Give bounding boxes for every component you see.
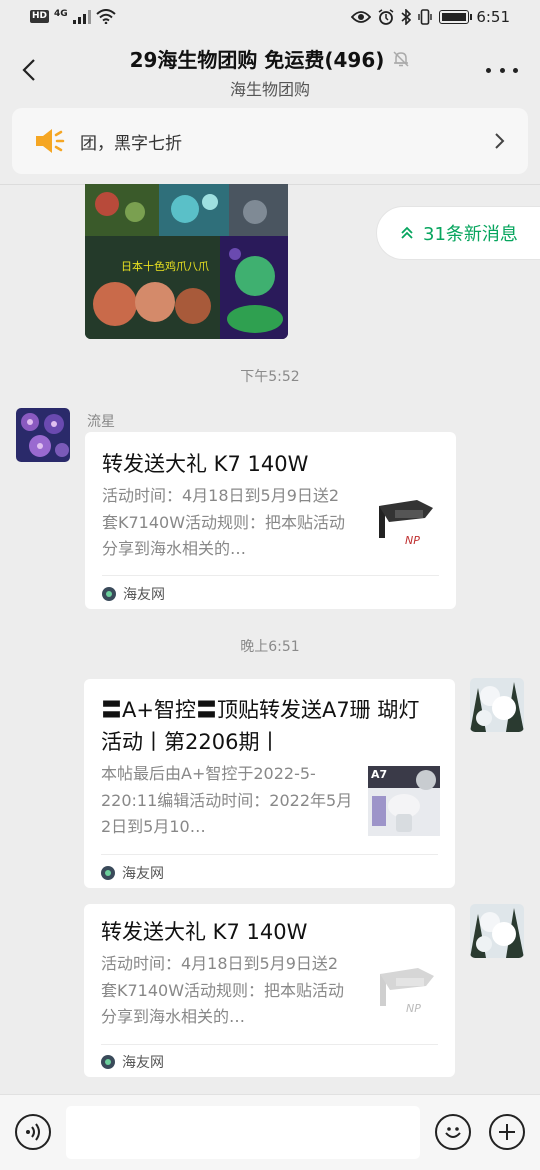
network-label: 4G — [54, 8, 68, 19]
plus-button[interactable] — [489, 1114, 525, 1150]
battery-icon — [439, 10, 473, 24]
message-input[interactable] — [66, 1106, 420, 1159]
svg-text:NP: NP — [406, 1002, 421, 1015]
timestamp: 下午5:52 — [240, 369, 300, 385]
eye-icon — [351, 11, 372, 23]
link-card[interactable]: 转发送大礼 K7 140W 活动时间：4月18日到5月9日送2套K7140W活动… — [85, 432, 456, 609]
source-logo-icon — [101, 1055, 115, 1069]
speaker-icon — [36, 129, 65, 153]
back-icon — [22, 59, 35, 81]
chat-title-row: 29海生物团购 免运费(496) — [130, 44, 411, 73]
link-card[interactable]: 转发送大礼 K7 140W 活动时间：4月18日到5月9日送2套K7140W活动… — [84, 904, 455, 1077]
voice-icon — [26, 1123, 40, 1141]
card-source-name: 海友网 — [122, 866, 164, 882]
chevron-right-icon — [495, 133, 505, 149]
new-messages-button[interactable]: 31条新消息 — [376, 206, 540, 260]
avatar[interactable] — [470, 678, 524, 732]
card-description: 本帖最后由A+智控于2022-5-220:11编辑活动时间：2022年5月2日到… — [101, 764, 353, 836]
coral-photo: 日本十色鸡爪八爪 — [85, 184, 288, 339]
timestamp: 晚上6:51 — [240, 639, 300, 655]
avatar[interactable] — [16, 408, 70, 462]
source-logo-icon — [101, 866, 115, 880]
card-separator — [101, 854, 438, 855]
chat-title: 29海生物团购 免运费(496) — [129, 48, 385, 72]
card-source: 海友网 — [101, 863, 164, 883]
double-chevron-up-icon — [401, 226, 413, 239]
card-thumbnail: NP — [367, 492, 441, 564]
chat-header: 29海生物团购 免运费(496) 海生物团购 — [0, 38, 540, 102]
card-separator — [101, 1044, 438, 1045]
notice-text: 团，黑字七折 — [80, 133, 182, 154]
card-thumbnail: NP — [368, 960, 442, 1032]
card-thumbnail: A7 — [368, 766, 440, 836]
voice-button[interactable] — [15, 1114, 51, 1150]
header-title-area: 29海生物团购 免运费(496) 海生物团购 — [70, 44, 470, 100]
card-title: 转发送大礼 K7 140W — [102, 452, 309, 476]
svg-text:NP: NP — [405, 534, 420, 547]
card-separator — [102, 575, 439, 576]
emoji-icon — [445, 1127, 461, 1138]
alarm-icon — [378, 9, 394, 25]
coral-caption: 日本十色鸡爪八爪 — [121, 259, 209, 273]
card-source: 海友网 — [102, 584, 165, 604]
coral-image-message[interactable]: 日本十色鸡爪八爪 — [85, 184, 288, 339]
vibrate-icon — [418, 9, 433, 25]
input-bar — [0, 1094, 540, 1170]
card-title: 〓A+智控〓顶贴转发送A7珊 瑚灯活动丨第2206期丨 — [101, 698, 420, 754]
card-description: 活动时间：4月18日到5月9日送2套K7140W活动规则：把本贴活动分享到海水相… — [101, 954, 345, 1026]
bluetooth-icon — [401, 9, 412, 25]
signal-icon — [72, 9, 91, 24]
status-right: 6:51 — [351, 8, 510, 26]
new-messages-label: 31条新消息 — [423, 224, 518, 245]
card-source-name: 海友网 — [122, 1055, 164, 1071]
avatar[interactable] — [470, 904, 524, 958]
emoji-button[interactable] — [435, 1114, 471, 1150]
card-source: 海友网 — [101, 1052, 164, 1072]
wifi-icon — [96, 9, 116, 24]
plus-icon — [499, 1124, 515, 1140]
group-notice[interactable]: 团，黑字七折 — [12, 108, 528, 174]
card-source-name: 海友网 — [123, 587, 165, 603]
chat-subtitle: 海生物团购 — [229, 80, 310, 99]
status-left: HD 4G — [30, 9, 116, 24]
sender-name: 流星 — [87, 414, 115, 430]
hd-badge: HD — [30, 10, 50, 23]
source-logo-icon — [102, 587, 116, 601]
thumb-label: A7 — [371, 768, 387, 781]
status-time: 6:51 — [476, 8, 510, 26]
card-title: 转发送大礼 K7 140W — [101, 920, 308, 944]
link-card[interactable]: 〓A+智控〓顶贴转发送A7珊 瑚灯活动丨第2206期丨 本帖最后由A+智控于20… — [84, 679, 455, 888]
more-icon[interactable] — [486, 60, 518, 80]
back-button[interactable] — [14, 52, 44, 88]
bell-muted-icon — [393, 50, 409, 67]
status-bar: HD 4G 6:51 — [0, 0, 540, 38]
card-description: 活动时间：4月18日到5月9日送2套K7140W活动规则：把本贴活动分享到海水相… — [102, 486, 346, 558]
